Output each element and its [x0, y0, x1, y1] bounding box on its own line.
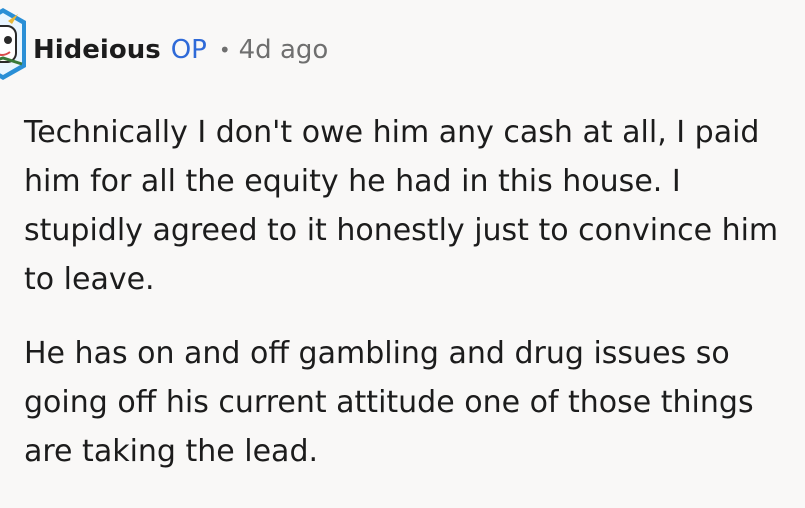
comment-age[interactable]: 4d ago	[239, 35, 329, 65]
op-badge: OP	[170, 35, 207, 65]
comment-paragraph: Technically I don't owe him any cash at …	[24, 115, 779, 297]
comment-author[interactable]: Hideious	[33, 35, 161, 65]
snoo-avatar-icon	[0, 8, 26, 80]
comment-body: Technically I don't owe him any cash at …	[24, 108, 802, 501]
comment-header: Hideious OP • 4d ago	[33, 30, 328, 70]
meta-separator: •	[218, 38, 231, 62]
avatar[interactable]	[0, 6, 28, 82]
comment-paragraph: He has on and off gambling and drug issu…	[24, 336, 754, 469]
